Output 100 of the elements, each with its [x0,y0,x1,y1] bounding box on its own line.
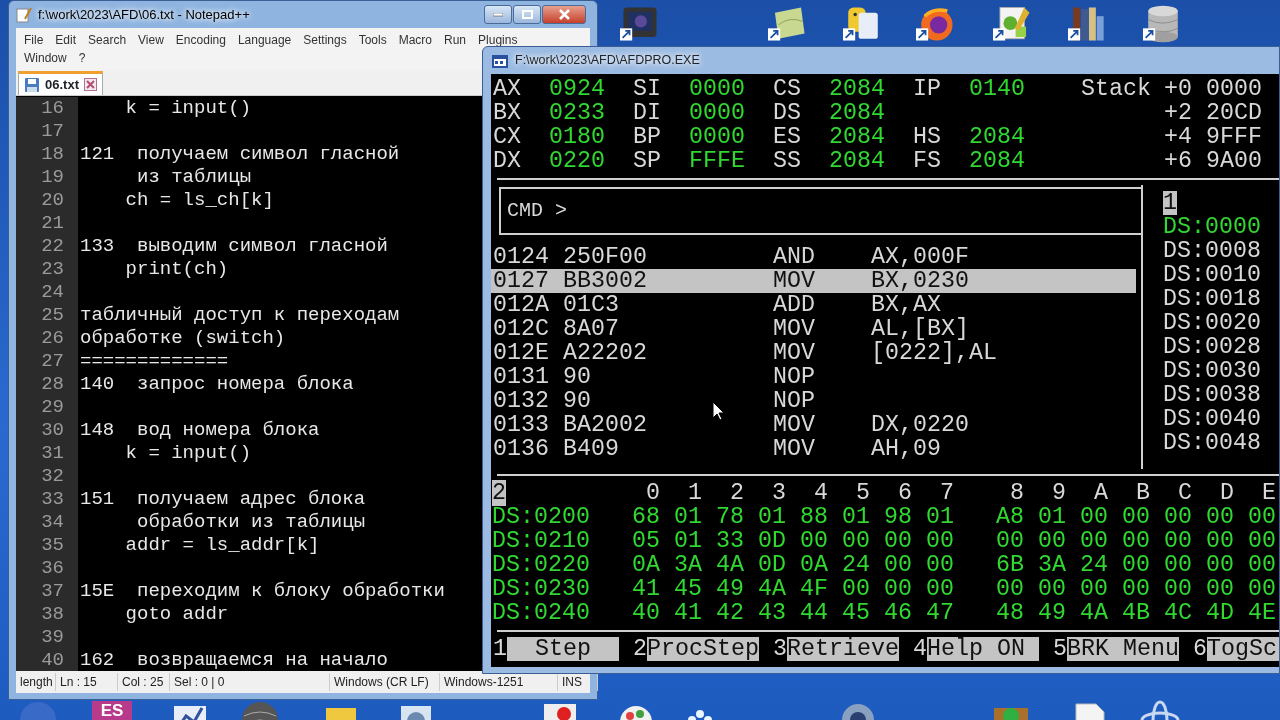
hex-byte: 4E [1248,601,1277,625]
menu-item[interactable]: Window [18,50,73,68]
hex-byte: 00 [1038,577,1067,601]
menu-item[interactable]: Tools [352,32,393,50]
operand-text: AL,[BX] [871,316,969,342]
status-text: Ln : 15 [56,673,118,691]
stack-label: Stack [1081,77,1152,101]
register-name: FS [913,149,942,173]
register-value: 0000 [689,77,745,101]
menu-item[interactable]: ? [72,50,92,68]
code-line: обработке (switch) [79,327,286,350]
menu-item[interactable]: Macro [392,32,438,50]
menu-item[interactable]: Settings [297,32,353,50]
register-value: 2084 [969,149,1025,173]
disassembly-row[interactable]: 0136 B409 MOV AH,09 [491,437,1136,461]
mnemonic-text: MOV [773,316,815,342]
menu-item[interactable]: Search [82,32,133,50]
hex-byte: 00 [1248,505,1277,529]
function-key[interactable]: ProcStep [647,637,759,661]
mnemonic-text: NOP [773,388,815,414]
stack-offset: +0 [1164,77,1193,101]
disassembly-row[interactable]: 012E A22202 MOV [0222],AL [491,341,1136,365]
hex-byte: 05 [632,529,661,553]
menu-item[interactable]: Language [231,32,298,50]
operand-text: [0222],AL [871,340,997,366]
stack-value: 20CD [1206,101,1262,125]
opcode-bytes: 01C3 [563,292,619,318]
panel-number[interactable]: 1 [1163,191,1177,215]
register-name: AX [493,77,522,101]
menu-item[interactable]: Run [438,32,473,50]
register-value: 0220 [549,149,605,173]
hex-byte: 0A [800,553,829,577]
hex-byte: 3A [1038,553,1067,577]
disassembly-row[interactable]: 0132 90 NOP [491,389,1136,413]
stack-offset: +6 [1164,149,1193,173]
hex-byte: 01 [1038,505,1067,529]
disassembly-row[interactable]: 0124 250F00 AND AX,000F [491,245,1136,269]
status-text: Sel : 0 | 0 [170,673,330,691]
disassembly-row[interactable]: 012C 8A07 MOV AL,[BX] [491,317,1136,341]
register-value: 0000 [689,101,745,125]
column-header: A [1093,481,1109,505]
line-number: 40 [16,649,78,671]
stack-offset: +4 [1164,125,1193,149]
code-line: 151 получаем адрес блока [79,488,366,511]
hex-byte: 00 [1080,529,1109,553]
hex-byte: 4C [1164,601,1193,625]
atom-icon[interactable] [1138,700,1180,720]
operand-text: DX,0220 [871,412,969,438]
operand-text: BX,0230 [871,268,969,294]
hex-byte: 00 [1080,577,1109,601]
line-number: 36 [16,557,78,580]
line-number: 19 [16,166,78,189]
address-text: 0133 [493,412,549,438]
menu-item[interactable]: File [18,32,50,50]
register-name: SS [773,149,802,173]
maximize-icon [521,10,533,19]
disassembly-row[interactable]: 0131 90 NOP [491,365,1136,389]
function-key[interactable]: Help ON [927,637,1039,661]
hex-byte: 01 [926,505,955,529]
register-value: 2084 [969,125,1025,149]
function-key[interactable]: BRK Menu [1067,637,1179,661]
hex-byte: 00 [996,577,1025,601]
hex-byte: 4A [716,553,745,577]
address-text: 0136 [493,436,549,462]
hex-byte: 00 [926,553,955,577]
memory-address: DS:0018 [1163,287,1261,311]
window-title: f:\work\2023\AFD\06.txt - Notepad++ [38,5,251,24]
close-icon [558,9,570,20]
minimize-button[interactable] [484,5,512,24]
hex-byte: A8 [996,505,1025,529]
hex-byte: 3A [674,553,703,577]
window-title: F:\work\2023\AFD\AFDPRO.EXE [515,52,700,70]
menu-item[interactable]: Edit [49,32,83,50]
disassembly-row[interactable]: 012A 01C3 ADD BX,AX [491,293,1136,317]
hex-byte: 45 [842,601,871,625]
hex-byte: 00 [884,577,913,601]
hex-byte: 0D [758,553,787,577]
close-icon[interactable] [83,78,97,91]
function-key[interactable]: Step [507,637,619,661]
disassembly-row[interactable]: 0127 BB3002 MOV BX,0230 [491,269,1136,293]
column-header: E [1261,481,1277,505]
monitor-icon[interactable] [620,4,660,44]
menu-item[interactable]: View [132,32,170,50]
disassembly-row[interactable]: 0133 BA2002 MOV DX,0220 [491,413,1136,437]
panel-number[interactable]: 2 [492,480,506,506]
menu-item[interactable]: Plugins [472,32,524,50]
function-key[interactable]: Retrieve [787,637,899,661]
command-field[interactable]: CMD > [499,187,1141,235]
memory-address: DS:0210 [492,529,591,553]
line-number: 23 [16,258,78,281]
close-button[interactable] [542,5,586,24]
line-number: 35 [16,534,78,557]
maximize-button[interactable] [513,5,541,24]
desktop-icon[interactable]: ES [92,701,132,720]
key-number: 4 [913,637,927,661]
menu-item[interactable]: Encoding [169,32,232,50]
file-tab[interactable]: 06.txt [18,71,103,95]
line-number: 26 [16,327,78,350]
opcode-bytes: 8A07 [563,316,619,342]
function-key[interactable]: TogSc [1207,637,1279,661]
